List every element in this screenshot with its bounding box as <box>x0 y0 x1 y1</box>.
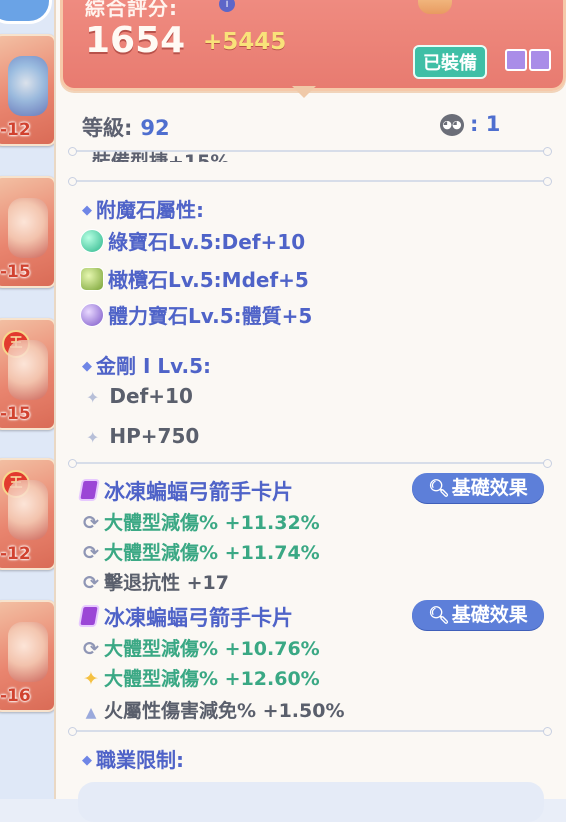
item-art <box>8 622 48 682</box>
item-card[interactable]: -12 <box>0 34 56 146</box>
item-detail-panel: 綜合評分: i 1654 +5445 已裝備 等級: 92 ◕◕ : 1 裝備型捷… <box>54 0 566 822</box>
effect-text: 火屬性傷害減免% +1.50% <box>104 700 345 722</box>
effect-text: 大體型減傷% +10.76% <box>104 638 320 660</box>
pet-icon: ◕◕ <box>440 114 464 136</box>
card-effect-row: ▲ 火屬性傷害減免% +1.50% <box>82 696 345 723</box>
card-name-row: 冰凍蝙蝠弓箭手卡片 <box>78 602 293 632</box>
divider <box>68 177 552 186</box>
enchant-title-text: 附魔石屬性: <box>96 198 204 222</box>
item-refine-label: -16 <box>0 686 31 706</box>
score-bonus: +5445 <box>203 29 287 55</box>
diamond-title-text: 金剛 I Lv.5: <box>96 354 212 378</box>
item-card[interactable]: -16 <box>0 600 56 712</box>
card-effect-row: ✦ 大體型減傷% +12.60% <box>82 664 320 691</box>
item-refine-label: -12 <box>0 120 31 140</box>
basic-effect-button[interactable]: 🔍︎ 基礎效果 <box>412 473 544 503</box>
slot-indicator-icon <box>505 49 527 71</box>
item-art <box>8 480 48 540</box>
search-icon: 🔍︎ <box>428 606 450 626</box>
level-label: 等級: <box>82 116 133 140</box>
item-list-strip: -12 -15 王 -15 王 -12 -16 <box>0 0 60 799</box>
card-effect-row: ⟳ 大體型減傷% +11.32% <box>82 508 320 535</box>
score-label: 綜合評分: <box>85 0 178 20</box>
star-icon: ✦ <box>83 668 99 690</box>
card-effect-row: ⟳ 擊退抗性 +17 <box>82 568 229 595</box>
olive-gem-icon <box>80 267 104 291</box>
gem-row: 體力寶石Lv.5:體質+5 <box>80 300 312 329</box>
effect-text: 大體型減傷% +11.32% <box>104 512 320 534</box>
swirl-icon: ⟳ <box>83 512 99 534</box>
job-list-box <box>78 782 544 822</box>
swirl-icon: ⟳ <box>83 542 99 564</box>
card-icon <box>78 605 100 627</box>
card-effect-row: ⟳ 大體型減傷% +10.76% <box>82 634 320 661</box>
stat-text: Def+10 <box>109 384 193 408</box>
slot-indicator-icon <box>529 49 551 71</box>
basic-effect-label: 基礎效果 <box>451 477 528 499</box>
card-name-row: 冰凍蝙蝠弓箭手卡片 <box>78 476 293 506</box>
partial-attribute-text: 裝備型捷+15% <box>92 151 230 162</box>
item-art <box>8 198 48 258</box>
gem-row: 綠寶石Lv.5:Def+10 <box>80 226 305 255</box>
item-card[interactable]: 王 -12 <box>0 458 56 570</box>
search-icon: 🔍︎ <box>428 479 450 499</box>
stat-row: ✦ HP+750 <box>86 424 199 448</box>
card-name: 冰凍蝙蝠弓箭手卡片 <box>104 480 293 504</box>
diamond-section-title: ◆ 金剛 I Lv.5: <box>82 350 211 379</box>
job-title-text: 職業限制: <box>96 748 184 772</box>
item-card[interactable]: 王 -15 <box>0 318 56 430</box>
level-row: 等級: 92 <box>82 112 170 142</box>
stat-text: HP+750 <box>109 424 200 448</box>
effect-text: 大體型減傷% +11.74% <box>104 542 320 564</box>
swirl-icon: ⟳ <box>83 638 99 660</box>
sparkle-icon: ✦ <box>86 388 100 407</box>
score-value: 1654 <box>85 20 186 61</box>
card-icon <box>78 479 100 501</box>
item-refine-label: -15 <box>0 404 31 424</box>
basic-effect-button[interactable]: 🔍︎ 基礎效果 <box>412 600 544 630</box>
stat-row: ✦ Def+10 <box>86 384 193 408</box>
diamond-bullet-icon: ◆ <box>82 359 92 374</box>
divider <box>68 727 552 736</box>
item-thumbnail-icon <box>418 0 452 14</box>
purple-gem-icon <box>80 303 104 327</box>
item-art <box>8 56 48 116</box>
equipped-badge: 已裝備 <box>413 45 487 79</box>
header-ornament <box>292 86 316 98</box>
gem-row: 橄欖石Lv.5:Mdef+5 <box>80 264 309 293</box>
gem-text: 橄欖石Lv.5:Mdef+5 <box>108 268 309 292</box>
info-icon[interactable]: i <box>219 0 235 12</box>
swirl-icon: ⟳ <box>83 572 99 594</box>
level-value: 92 <box>140 116 170 140</box>
triangle-icon: ▲ <box>85 705 97 721</box>
effect-text: 擊退抗性 +17 <box>104 572 229 594</box>
enchant-section-title: ◆ 附魔石屬性: <box>82 194 204 223</box>
top-bubble[interactable] <box>0 0 52 24</box>
gem-text: 綠寶石Lv.5:Def+10 <box>108 230 306 254</box>
item-card[interactable]: -15 <box>0 176 56 288</box>
card-name: 冰凍蝙蝠弓箭手卡片 <box>104 606 293 630</box>
job-section-title: ◆ 職業限制: <box>82 744 184 773</box>
green-gem-icon <box>80 229 104 253</box>
pet-count: : 1 <box>470 112 501 136</box>
diamond-bullet-icon: ◆ <box>82 203 92 218</box>
card-effect-row: ⟳ 大體型減傷% +11.74% <box>82 538 320 565</box>
item-art <box>8 340 48 400</box>
basic-effect-label: 基礎效果 <box>451 604 528 626</box>
item-refine-label: -12 <box>0 544 31 564</box>
effect-text: 大體型減傷% +12.60% <box>104 668 320 690</box>
item-refine-label: -15 <box>0 262 31 282</box>
score-header: 綜合評分: i 1654 +5445 已裝備 <box>60 0 566 91</box>
divider <box>68 459 552 468</box>
sparkle-icon: ✦ <box>86 428 100 447</box>
diamond-bullet-icon: ◆ <box>82 753 92 768</box>
gem-text: 體力寶石Lv.5:體質+5 <box>108 304 313 328</box>
